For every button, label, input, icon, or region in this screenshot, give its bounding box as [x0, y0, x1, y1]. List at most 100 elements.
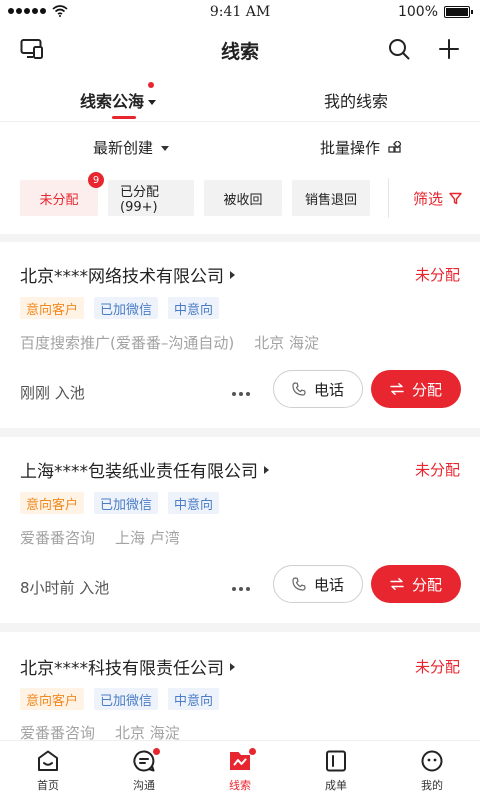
chip-recalled[interactable]: 被收回 [204, 180, 282, 216]
pool-time: 8小时前 入池 [20, 579, 110, 597]
tabbar-label: 我的 [421, 779, 443, 792]
pool-time: 刚刚 入池 [20, 384, 85, 402]
lead-meta: 爱番番咨询 上海 卢湾 [20, 527, 180, 548]
assign-button[interactable]: 分配 [371, 565, 461, 603]
lead-tags: 意向客户 已加微信 中意向 [20, 297, 220, 319]
tabbar-profile[interactable]: 我的 [402, 749, 462, 793]
lead-location: 上海 卢湾 [115, 529, 180, 547]
chip-label: 被收回 [223, 192, 263, 208]
chip-label: 销售退回 [304, 192, 357, 208]
lead-tabs: 线索公海 我的线索 [0, 76, 480, 122]
battery-icon [444, 6, 473, 18]
assign-status: 未分配 [414, 658, 460, 676]
lead-location: 北京 海淀 [254, 334, 319, 352]
company-name[interactable]: 北京****科技有限责任公司 [20, 654, 235, 679]
assign-status: 未分配 [414, 461, 460, 479]
lead-card[interactable]: 上海****包装纸业责任有限公司 未分配 意向客户 已加微信 中意向 爱番番咨询… [0, 437, 480, 623]
company-name-text: 上海****包装纸业责任有限公司 [20, 462, 258, 482]
tag-intent-level: 中意向 [168, 297, 220, 319]
chip-label: 未分配 [39, 192, 79, 208]
assign-status: 未分配 [414, 266, 460, 284]
more-options-icon[interactable] [232, 392, 250, 396]
chevron-right-icon [264, 465, 269, 474]
filter-label: 筛选 [412, 190, 443, 208]
more-options-icon[interactable] [232, 587, 250, 591]
lead-source: 爱番番咨询 [20, 529, 96, 547]
search-icon [389, 39, 410, 60]
swap-icon [390, 383, 404, 395]
caret-down-icon [148, 100, 157, 105]
battery-percent: 100% [397, 4, 438, 20]
lead-tags: 意向客户 已加微信 中意向 [20, 688, 220, 710]
tag-intent-customer: 意向客户 [20, 688, 85, 710]
profile-icon [421, 750, 443, 772]
nav-bar: 线索 [0, 24, 480, 76]
tab-label: 我的线索 [324, 92, 389, 111]
lead-card[interactable]: 北京****网络技术有限公司 未分配 意向客户 已加微信 中意向 百度搜索推广(… [0, 242, 480, 428]
tabbar-home[interactable]: 首页 [18, 749, 78, 793]
chip-unassigned[interactable]: 未分配 9 [20, 172, 104, 216]
tag-intent-level: 中意向 [168, 688, 220, 710]
tag-intent-customer: 意向客户 [20, 297, 85, 319]
notification-dot [148, 82, 155, 88]
call-label: 电话 [313, 575, 344, 594]
plus-icon [439, 39, 459, 59]
tag-wechat-added: 已加微信 [94, 297, 159, 319]
notification-dot [249, 748, 256, 755]
chevron-right-icon [230, 270, 235, 279]
funnel-icon [449, 192, 462, 205]
company-name-text: 北京****网络技术有限公司 [20, 267, 224, 287]
add-button[interactable] [438, 38, 460, 64]
company-name-text: 北京****科技有限责任公司 [20, 659, 224, 679]
filter-button[interactable]: 筛选 [413, 188, 462, 209]
bottom-tab-bar: 首页 沟通 线索 成单 我的 [0, 740, 480, 800]
deal-icon [326, 750, 346, 772]
notification-dot [153, 748, 160, 755]
filter-toolbar: 最新创建 批量操作 未分配 9 已分配(99+) 被收回 销售退回 筛选 [0, 122, 480, 234]
tag-intent-level: 中意向 [168, 492, 220, 514]
assign-label: 分配 [411, 380, 442, 399]
battery-indicator: 100% [397, 4, 473, 20]
sort-label: 最新创建 [93, 139, 154, 157]
lead-source: 爱番番咨询 [20, 724, 96, 740]
tabbar-label: 线索 [229, 779, 251, 792]
call-button[interactable]: 电话 [273, 370, 363, 408]
home-icon [38, 750, 58, 771]
company-name[interactable]: 上海****包装纸业责任有限公司 [20, 457, 269, 482]
chip-sales-returned[interactable]: 销售退回 [292, 180, 370, 216]
divider [388, 178, 389, 218]
battery-fill [446, 8, 468, 16]
tag-intent-customer: 意向客户 [20, 492, 85, 514]
tab-label: 线索公海 [80, 92, 145, 111]
phone-icon [292, 577, 306, 591]
lead-meta: 爱番番咨询 北京 海淀 [20, 722, 180, 740]
tabbar-leads[interactable]: 线索 [210, 748, 270, 793]
company-name[interactable]: 北京****网络技术有限公司 [20, 262, 235, 287]
tabbar-deals[interactable]: 成单 [306, 749, 366, 793]
tabbar-label: 成单 [325, 779, 347, 792]
search-button[interactable] [388, 38, 410, 64]
batch-operation-button[interactable]: 批量操作 [320, 137, 402, 158]
tag-wechat-added: 已加微信 [94, 492, 159, 514]
grid-icon [388, 141, 402, 153]
tabbar-label: 首页 [37, 779, 59, 792]
tab-my-leads[interactable]: 我的线索 [324, 88, 388, 112]
chip-label: 已分配(99+) [120, 185, 160, 215]
batch-label: 批量操作 [320, 139, 381, 157]
active-tab-indicator [112, 116, 136, 119]
tag-wechat-added: 已加微信 [94, 688, 159, 710]
sort-dropdown[interactable]: 最新创建 [93, 137, 170, 158]
tabbar-label: 沟通 [133, 779, 155, 792]
count-badge: 9 [88, 172, 104, 188]
chip-assigned[interactable]: 已分配(99+) [108, 180, 194, 216]
lead-tags: 意向客户 已加微信 中意向 [20, 492, 220, 514]
call-label: 电话 [313, 380, 344, 399]
phone-icon [292, 382, 306, 396]
lead-source: 百度搜索推广(爱番番–沟通自动) [20, 334, 235, 352]
assign-button[interactable]: 分配 [371, 370, 461, 408]
lead-card[interactable]: 北京****科技有限责任公司 未分配 意向客户 已加微信 中意向 爱番番咨询 北… [0, 632, 480, 740]
chevron-right-icon [230, 662, 235, 671]
tab-lead-pool[interactable]: 线索公海 [80, 82, 157, 112]
tabbar-chat[interactable]: 沟通 [114, 748, 174, 793]
call-button[interactable]: 电话 [273, 565, 363, 603]
